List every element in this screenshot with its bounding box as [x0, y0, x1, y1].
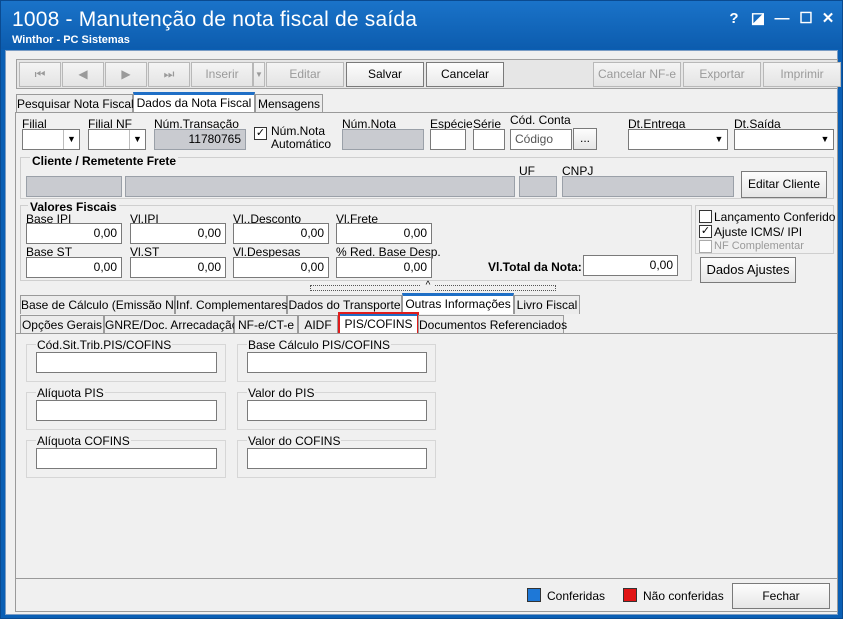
chevron-down-icon: ▼: [711, 130, 727, 149]
edit-button[interactable]: Editar: [266, 62, 344, 87]
dt-saida-field[interactable]: ▼: [734, 129, 834, 150]
save-button[interactable]: Salvar: [346, 62, 424, 87]
valor-pis-field[interactable]: [247, 400, 427, 421]
insert-button[interactable]: Inserir: [191, 62, 253, 87]
tab-outras-informacoes[interactable]: Outras Informações: [402, 293, 514, 314]
valor-cofins-label: Valor do COFINS: [247, 434, 342, 448]
cancel-nfe-button[interactable]: Cancelar NF-e: [593, 62, 681, 87]
last-record-button[interactable]: ⏭: [148, 62, 190, 87]
tab-base-calculo[interactable]: Base de Cálculo (Emissão NF): [20, 295, 185, 314]
fechar-button[interactable]: Fechar: [732, 583, 830, 609]
vl-total-label: Vl.Total da Nota:: [488, 260, 582, 274]
tab-inf-complementares[interactable]: Inf. Complementares: [175, 295, 287, 314]
base-st-field[interactable]: 0,00: [26, 257, 122, 278]
uf-field[interactable]: [519, 176, 557, 197]
window-client-area: ⏮ ◀ ▶ ⏭ Inserir ▼ Editar Salvar Cancelar…: [5, 50, 841, 615]
close-icon[interactable]: ✕: [817, 9, 839, 29]
lancamento-conferido-checkbox[interactable]: [699, 210, 712, 223]
num-nota-field[interactable]: [342, 129, 424, 150]
cst-label: Cód.Sit.Trib.PIS/COFINS: [36, 338, 173, 352]
aliquota-pis-field[interactable]: [36, 400, 217, 421]
cliente-title: Cliente / Remetente Frete: [30, 154, 179, 168]
nf-complementar-checkbox[interactable]: [699, 240, 712, 253]
ajuste-icms-label: Ajuste ICMS/ IPI: [714, 225, 803, 239]
cod-conta-label: Cód. Conta: [510, 113, 571, 127]
base-calculo-field[interactable]: [247, 352, 427, 373]
restore-icon[interactable]: ◪: [747, 9, 769, 29]
cst-field[interactable]: [36, 352, 217, 373]
chevron-down-icon: ▼: [63, 130, 79, 149]
tab-pis-cofins[interactable]: PIS/COFINS: [338, 312, 419, 335]
filial-select[interactable]: ▼: [22, 129, 80, 150]
nf-complementar-label: NF Complementar: [714, 240, 804, 252]
vl-frete-field[interactable]: 0,00: [336, 223, 432, 244]
red-base-field[interactable]: 0,00: [336, 257, 432, 278]
minimize-icon[interactable]: —: [771, 9, 793, 29]
tab-opcoes-gerais[interactable]: Opções Gerais: [20, 315, 104, 334]
tab-nfe-cte[interactable]: NF-e/CT-e: [234, 315, 298, 334]
tab-gnre[interactable]: GNRE/Doc. Arrecadação: [104, 315, 238, 334]
cnpj-field[interactable]: [562, 176, 734, 197]
chevron-down-icon: ▼: [129, 130, 145, 149]
nao-conferidas-legend-swatch: [623, 588, 637, 602]
tab-aidf[interactable]: AIDF: [298, 315, 338, 334]
num-nota-auto-label-2: Automático: [271, 137, 332, 151]
num-transacao-field[interactable]: 11780765: [154, 129, 246, 150]
vl-total-field[interactable]: 0,00: [583, 255, 678, 276]
serie-field[interactable]: [473, 129, 505, 150]
chevron-up-icon: ^: [421, 281, 435, 292]
tab-dados-transporte[interactable]: Dados do Transporte: [287, 295, 402, 314]
lancamento-conferido-label: Lançamento Conferido: [714, 210, 836, 224]
aliquota-cofins-field[interactable]: [36, 448, 217, 469]
especie-field[interactable]: [430, 129, 466, 150]
nao-conferidas-label: Não conferidas: [643, 589, 724, 603]
chevron-down-icon: ▼: [817, 130, 833, 149]
num-nota-auto-label: Núm.Nota: [271, 124, 326, 138]
prev-record-button[interactable]: ◀: [62, 62, 104, 87]
base-ipi-field[interactable]: 0,00: [26, 223, 122, 244]
next-record-button[interactable]: ▶: [105, 62, 147, 87]
conferidas-label: Conferidas: [547, 589, 606, 603]
window-subtitle: Winthor - PC Sistemas: [12, 34, 130, 46]
dados-ajustes-button[interactable]: Dados Ajustes: [700, 257, 796, 283]
title-bar[interactable]: 1008 - Manutenção de nota fiscal de saíd…: [1, 1, 842, 49]
vl-despesas-field[interactable]: 0,00: [233, 257, 329, 278]
splitter-handle[interactable]: ^: [310, 281, 556, 292]
pis-cofins-panel: Cód.Sit.Trib.PIS/COFINS Base Cálculo PIS…: [15, 333, 838, 579]
filial-nf-select[interactable]: ▼: [88, 129, 146, 150]
cancel-button[interactable]: Cancelar: [426, 62, 504, 87]
editar-cliente-button[interactable]: Editar Cliente: [741, 171, 827, 198]
aliquota-cofins-label: Alíquota COFINS: [36, 434, 131, 448]
base-calculo-label: Base Cálculo PIS/COFINS: [247, 338, 392, 352]
tab-pesquisar[interactable]: Pesquisar Nota Fiscal: [16, 94, 134, 113]
cliente-code-field[interactable]: [26, 176, 122, 197]
num-nota-automatico-checkbox[interactable]: ✓: [254, 127, 267, 140]
valor-cofins-field[interactable]: [247, 448, 427, 469]
ajuste-icms-checkbox[interactable]: ✓: [699, 225, 712, 238]
aliquota-pis-label: Alíquota PIS: [36, 386, 105, 400]
window-title: 1008 - Manutenção de nota fiscal de saíd…: [12, 8, 418, 31]
dt-entrega-field[interactable]: ▼: [628, 129, 728, 150]
valor-pis-label: Valor do PIS: [247, 386, 316, 400]
cod-conta-search-button[interactable]: ...: [573, 128, 597, 150]
conferidas-legend-swatch: [527, 588, 541, 602]
tab-documentos-referenciados[interactable]: Documentos Referenciados: [418, 315, 567, 334]
export-button[interactable]: Exportar: [683, 62, 761, 87]
cliente-name-field[interactable]: [125, 176, 515, 197]
tab-livro-fiscal[interactable]: Livro Fiscal: [514, 295, 580, 314]
tab-dados-nota[interactable]: Dados da Nota Fiscal: [133, 92, 255, 113]
tab-mensagens[interactable]: Mensagens: [255, 94, 323, 113]
insert-dropdown-icon[interactable]: ▼: [253, 62, 265, 87]
print-button[interactable]: Imprimir: [763, 62, 841, 87]
cod-conta-field[interactable]: Código: [510, 129, 572, 150]
vl-ipi-field[interactable]: 0,00: [130, 223, 226, 244]
maximize-icon[interactable]: ☐: [795, 9, 817, 29]
main-window: 1008 - Manutenção de nota fiscal de saíd…: [0, 0, 843, 619]
vl-desconto-field[interactable]: 0,00: [233, 223, 329, 244]
toolbar: ⏮ ◀ ▶ ⏭ Inserir ▼ Editar Salvar Cancelar…: [16, 59, 841, 89]
first-record-button[interactable]: ⏮: [19, 62, 61, 87]
vl-st-field[interactable]: 0,00: [130, 257, 226, 278]
help-icon[interactable]: ?: [723, 9, 745, 29]
